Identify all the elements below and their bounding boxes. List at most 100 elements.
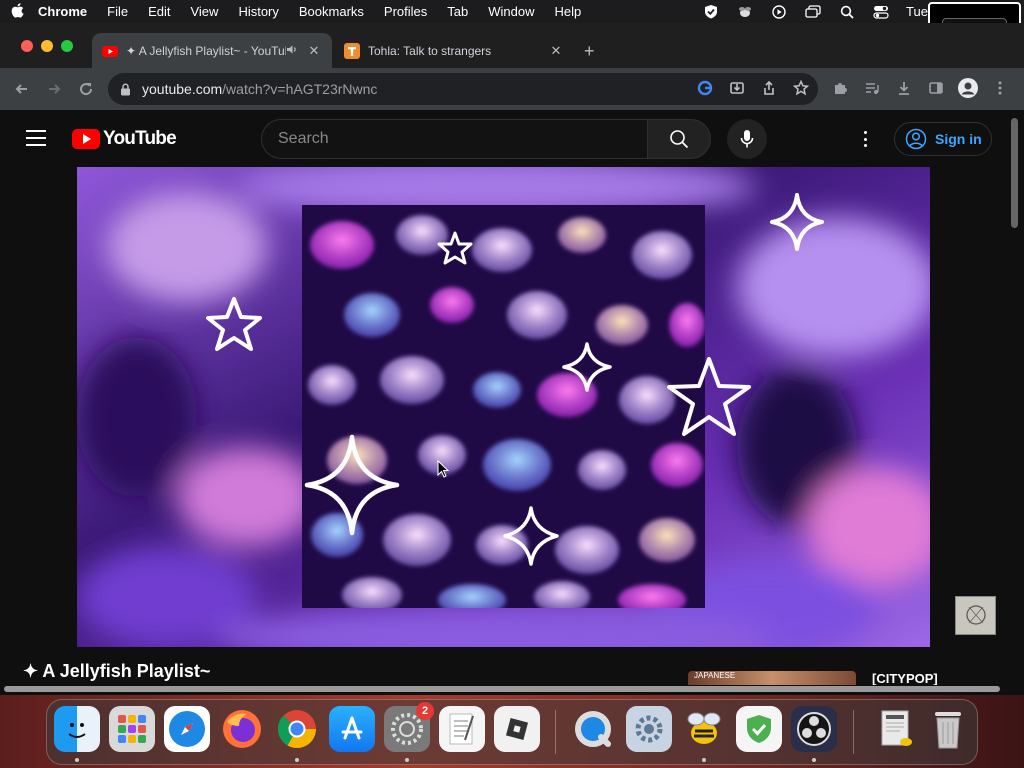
reload-icon[interactable] <box>70 73 102 105</box>
youtube-play-logo-icon <box>72 129 100 149</box>
menu-file[interactable]: File <box>97 4 138 19</box>
microphone-icon <box>740 130 754 148</box>
star-icon <box>206 297 262 351</box>
menu-edit[interactable]: Edit <box>138 4 180 19</box>
audio-playing-icon[interactable] <box>286 44 300 58</box>
bee-app-icon[interactable] <box>681 706 727 752</box>
vertical-scrollbar[interactable] <box>1011 118 1018 228</box>
launchpad-icon[interactable] <box>109 706 155 752</box>
zoom-window-button[interactable] <box>61 40 73 52</box>
menu-profiles[interactable]: Profiles <box>374 4 437 19</box>
macos-dock: 2 <box>46 699 978 765</box>
voice-search-button[interactable] <box>727 119 767 159</box>
bee-status-icon[interactable] <box>736 5 754 19</box>
recommended-video-thumbnail[interactable]: JAPANESE <box>688 671 856 685</box>
sign-in-label: Sign in <box>935 131 982 147</box>
media-controls-icon[interactable] <box>862 78 882 98</box>
menu-clock[interactable]: Tue No <box>906 4 928 19</box>
star-icon <box>667 357 751 436</box>
youtube-logo[interactable]: YouTube <box>72 128 177 150</box>
chrome-menu-icon[interactable] <box>990 78 1010 98</box>
omnibox-actions <box>696 79 810 97</box>
app-store-icon[interactable] <box>329 706 375 752</box>
settings-more-icon[interactable] <box>857 128 873 150</box>
channel-watermark-thumbnail[interactable] <box>955 596 996 635</box>
preview-icon[interactable] <box>873 706 919 752</box>
shield-icon[interactable] <box>702 5 720 19</box>
profile-avatar-icon[interactable] <box>958 78 978 98</box>
menu-app-chrome[interactable]: Chrome <box>34 4 97 19</box>
media-play-icon[interactable] <box>770 4 788 19</box>
system-preferences-icon[interactable]: 2 <box>384 702 434 752</box>
menu-help[interactable]: Help <box>545 4 592 19</box>
youtube-favicon-icon <box>102 45 118 57</box>
url-host: youtube.com <box>142 81 223 97</box>
side-panel-icon[interactable] <box>926 78 946 98</box>
roblox-icon[interactable] <box>494 706 540 752</box>
safari-icon[interactable] <box>164 706 210 752</box>
search-icon <box>670 130 689 149</box>
url-path: /watch?v=hAGT23rNwnc <box>222 81 378 97</box>
menu-window[interactable]: Window <box>478 4 544 19</box>
menu-tab[interactable]: Tab <box>437 4 478 19</box>
menu-bookmarks[interactable]: Bookmarks <box>289 4 374 19</box>
video-title: ✦ A Jellyfish Playlist~ <box>23 661 211 681</box>
downloads-icon[interactable] <box>894 78 914 98</box>
spotlight-search-icon[interactable] <box>838 5 856 19</box>
search-input[interactable]: Search <box>261 119 648 159</box>
bookmark-star-icon[interactable] <box>792 79 810 97</box>
control-center-icon[interactable] <box>872 5 890 19</box>
google-lens-icon[interactable] <box>696 79 714 97</box>
mouse-cursor-icon <box>437 460 449 478</box>
trash-icon[interactable] <box>925 706 971 752</box>
hamburger-menu-icon[interactable] <box>26 130 46 151</box>
adguard-icon[interactable] <box>736 706 782 752</box>
notification-badge: 2 <box>416 702 434 720</box>
sparkle-icon <box>304 434 400 536</box>
youtube-header: YouTube Search Sign in <box>0 110 1010 166</box>
tab-youtube[interactable]: ✦ A Jellyfish Playlist~ - YouTube ✕ <box>92 33 332 68</box>
browser-toolbar-right <box>830 78 1010 98</box>
search-button[interactable] <box>647 119 711 159</box>
close-tab-icon[interactable]: ✕ <box>548 43 564 59</box>
video-player[interactable] <box>77 167 930 647</box>
textedit-icon[interactable] <box>439 706 485 752</box>
recommended-thumb-text: JAPANESE <box>694 671 736 680</box>
recommended-video-title[interactable]: [CITYPOP] <box>872 671 938 685</box>
tab-title: Tohla: Talk to strangers <box>368 43 492 58</box>
horizontal-scrollbar[interactable] <box>4 686 1000 692</box>
window-controls <box>21 40 73 52</box>
menu-view[interactable]: View <box>180 4 228 19</box>
close-window-button[interactable] <box>21 40 33 52</box>
share-icon[interactable] <box>760 79 778 97</box>
new-tab-icon[interactable]: + <box>584 41 595 62</box>
extensions-puzzle-icon[interactable] <box>830 78 850 98</box>
settings-gear-icon[interactable] <box>626 706 672 752</box>
sparkle-icon <box>770 193 824 251</box>
screen-mirroring-icon[interactable] <box>804 5 822 19</box>
firefox-icon[interactable] <box>219 706 265 752</box>
quicktime-icon[interactable] <box>570 706 616 752</box>
lock-icon[interactable] <box>120 83 132 96</box>
screen: { "menubar": { "app_name": "Chrome", "it… <box>0 0 1024 768</box>
back-arrow-icon[interactable] <box>6 73 38 105</box>
obs-icon[interactable] <box>791 706 837 752</box>
sparkle-overlay <box>206 193 824 566</box>
minimize-window-button[interactable] <box>41 40 53 52</box>
sparkle-icon <box>503 506 559 566</box>
install-app-icon[interactable] <box>728 79 746 97</box>
close-tab-icon[interactable]: ✕ <box>306 43 322 59</box>
tohla-favicon-icon <box>344 42 360 59</box>
chrome-tab-strip: ✦ A Jellyfish Playlist~ - YouTube ✕ Tohl… <box>0 23 1024 68</box>
finder-icon[interactable] <box>54 706 100 752</box>
youtube-page: YouTube Search Sign in ✦ A Jellyfish Pla… <box>0 110 1024 695</box>
address-bar[interactable]: youtube.com/watch?v=hAGT23rNwnc <box>108 73 818 105</box>
tab-tohla[interactable]: Tohla: Talk to strangers ✕ <box>334 33 574 68</box>
menu-history[interactable]: History <box>228 4 288 19</box>
forward-arrow-icon[interactable] <box>38 73 70 105</box>
apple-menu-icon[interactable] <box>0 2 34 21</box>
sign-in-button[interactable]: Sign in <box>894 122 992 156</box>
account-circle-icon <box>905 128 927 150</box>
chrome-icon[interactable] <box>274 706 320 752</box>
star-icon <box>437 231 473 265</box>
